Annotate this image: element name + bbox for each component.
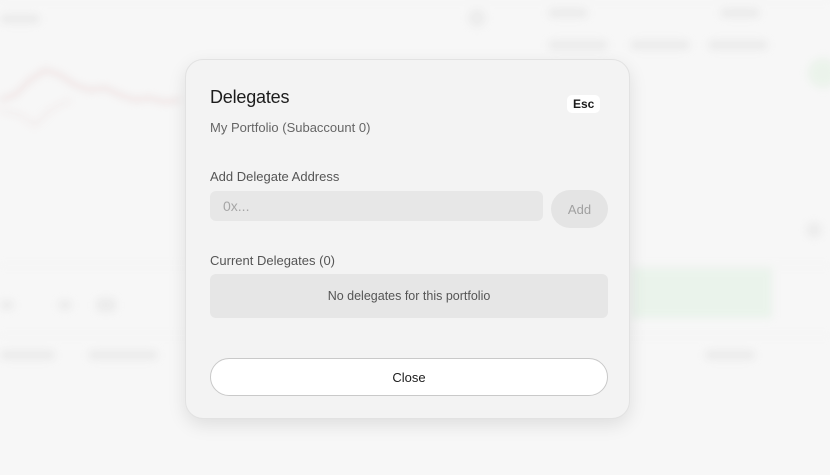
portfolio-subtitle: My Portfolio (Subaccount 0) <box>210 120 371 135</box>
current-delegates-label: Current Delegates (0) <box>210 253 335 268</box>
delegates-modal: Delegates Esc My Portfolio (Subaccount 0… <box>185 59 630 419</box>
close-button[interactable]: Close <box>210 358 608 396</box>
esc-button[interactable]: Esc <box>567 95 601 113</box>
empty-delegates-text: No delegates for this portfolio <box>327 289 491 303</box>
add-delegate-label: Add Delegate Address <box>210 169 340 184</box>
modal-title: Delegates <box>210 87 290 107</box>
delegate-address-input[interactable] <box>210 191 543 221</box>
empty-delegates-message: No delegates for this portfolio <box>210 274 608 318</box>
add-delegate-button[interactable]: Add <box>551 190 608 228</box>
